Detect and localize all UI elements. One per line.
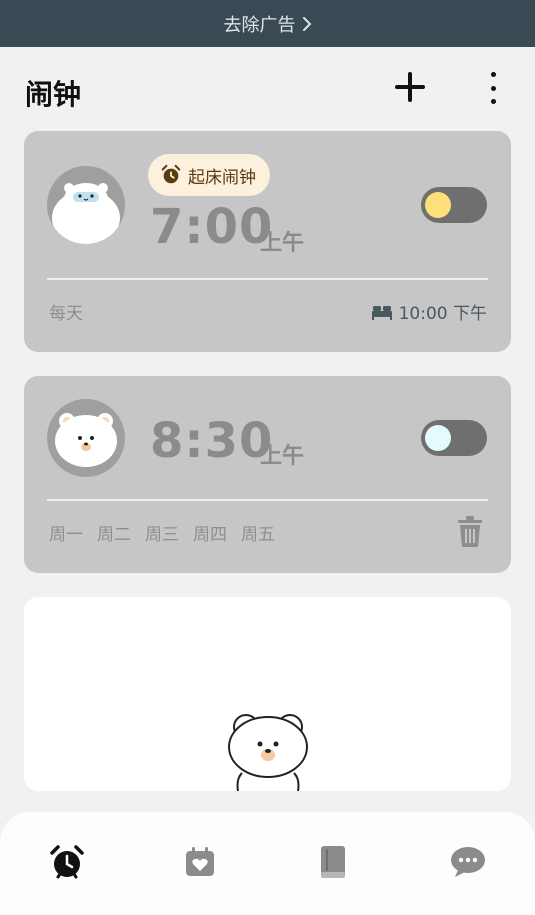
weekday-label: 周四 bbox=[193, 525, 227, 545]
alarm-label-badge: 起床闹钟 bbox=[148, 154, 270, 196]
trash-icon[interactable] bbox=[458, 516, 482, 548]
bedtime-info: 10:00 下午 bbox=[371, 299, 487, 324]
alarm-toggle[interactable] bbox=[421, 187, 487, 223]
toggle-knob bbox=[425, 425, 451, 451]
weekday-label: 周五 bbox=[241, 525, 275, 545]
alarm-period: 上午 bbox=[260, 444, 305, 469]
remove-ads-bar[interactable]: 去除广告 bbox=[0, 0, 535, 47]
alarm-time: 8:30 bbox=[150, 413, 274, 469]
remove-ads-label: 去除广告 bbox=[223, 14, 296, 36]
calendar-heart-icon bbox=[186, 847, 214, 876]
add-alarm-button[interactable] bbox=[392, 69, 428, 105]
ad-banner[interactable] bbox=[24, 597, 511, 791]
dot-icon bbox=[490, 85, 496, 91]
dot-icon bbox=[490, 99, 496, 104]
weekday-label: 周二 bbox=[97, 525, 131, 545]
weekday-label: 周三 bbox=[145, 525, 179, 545]
nav-messages[interactable] bbox=[448, 842, 488, 882]
alarm-clock-icon bbox=[161, 164, 181, 184]
alarm-card[interactable]: 8:30 上午 周一 周二 周三 周四 周五 bbox=[24, 376, 511, 573]
bear-avatar bbox=[47, 399, 125, 477]
bed-icon bbox=[371, 305, 392, 320]
nav-calendar[interactable] bbox=[180, 842, 220, 882]
toggle-knob bbox=[425, 192, 451, 218]
bottom-navigation bbox=[0, 812, 535, 915]
chevron-right-icon bbox=[302, 16, 311, 31]
alarm-period: 上午 bbox=[260, 231, 305, 256]
alarm-label-text: 起床闹钟 bbox=[188, 167, 256, 188]
divider bbox=[47, 499, 488, 501]
alarm-time: 7:00 bbox=[150, 199, 274, 255]
alarm-clock-icon bbox=[50, 845, 84, 879]
app-header: 闹钟 bbox=[0, 47, 535, 131]
book-icon bbox=[321, 846, 345, 878]
nav-book[interactable] bbox=[313, 842, 353, 882]
nav-alarm[interactable] bbox=[47, 842, 87, 882]
repeat-days: 周一 周二 周三 周四 周五 bbox=[49, 520, 275, 545]
divider bbox=[47, 278, 488, 280]
alarm-toggle[interactable] bbox=[421, 420, 487, 456]
page-title: 闹钟 bbox=[25, 78, 82, 111]
more-options-button[interactable] bbox=[484, 72, 502, 104]
weekday-label: 周一 bbox=[49, 525, 83, 545]
bear-illustration bbox=[228, 714, 308, 791]
polar-bear-avatar bbox=[47, 166, 125, 244]
dot-icon bbox=[490, 72, 496, 77]
alarm-card[interactable]: 起床闹钟 7:00 上午 每天 10:00 下午 bbox=[24, 131, 511, 352]
bedtime-text: 10:00 下午 bbox=[398, 304, 487, 324]
repeat-label: 每天 bbox=[49, 304, 83, 324]
chat-bubble-icon bbox=[451, 847, 485, 877]
